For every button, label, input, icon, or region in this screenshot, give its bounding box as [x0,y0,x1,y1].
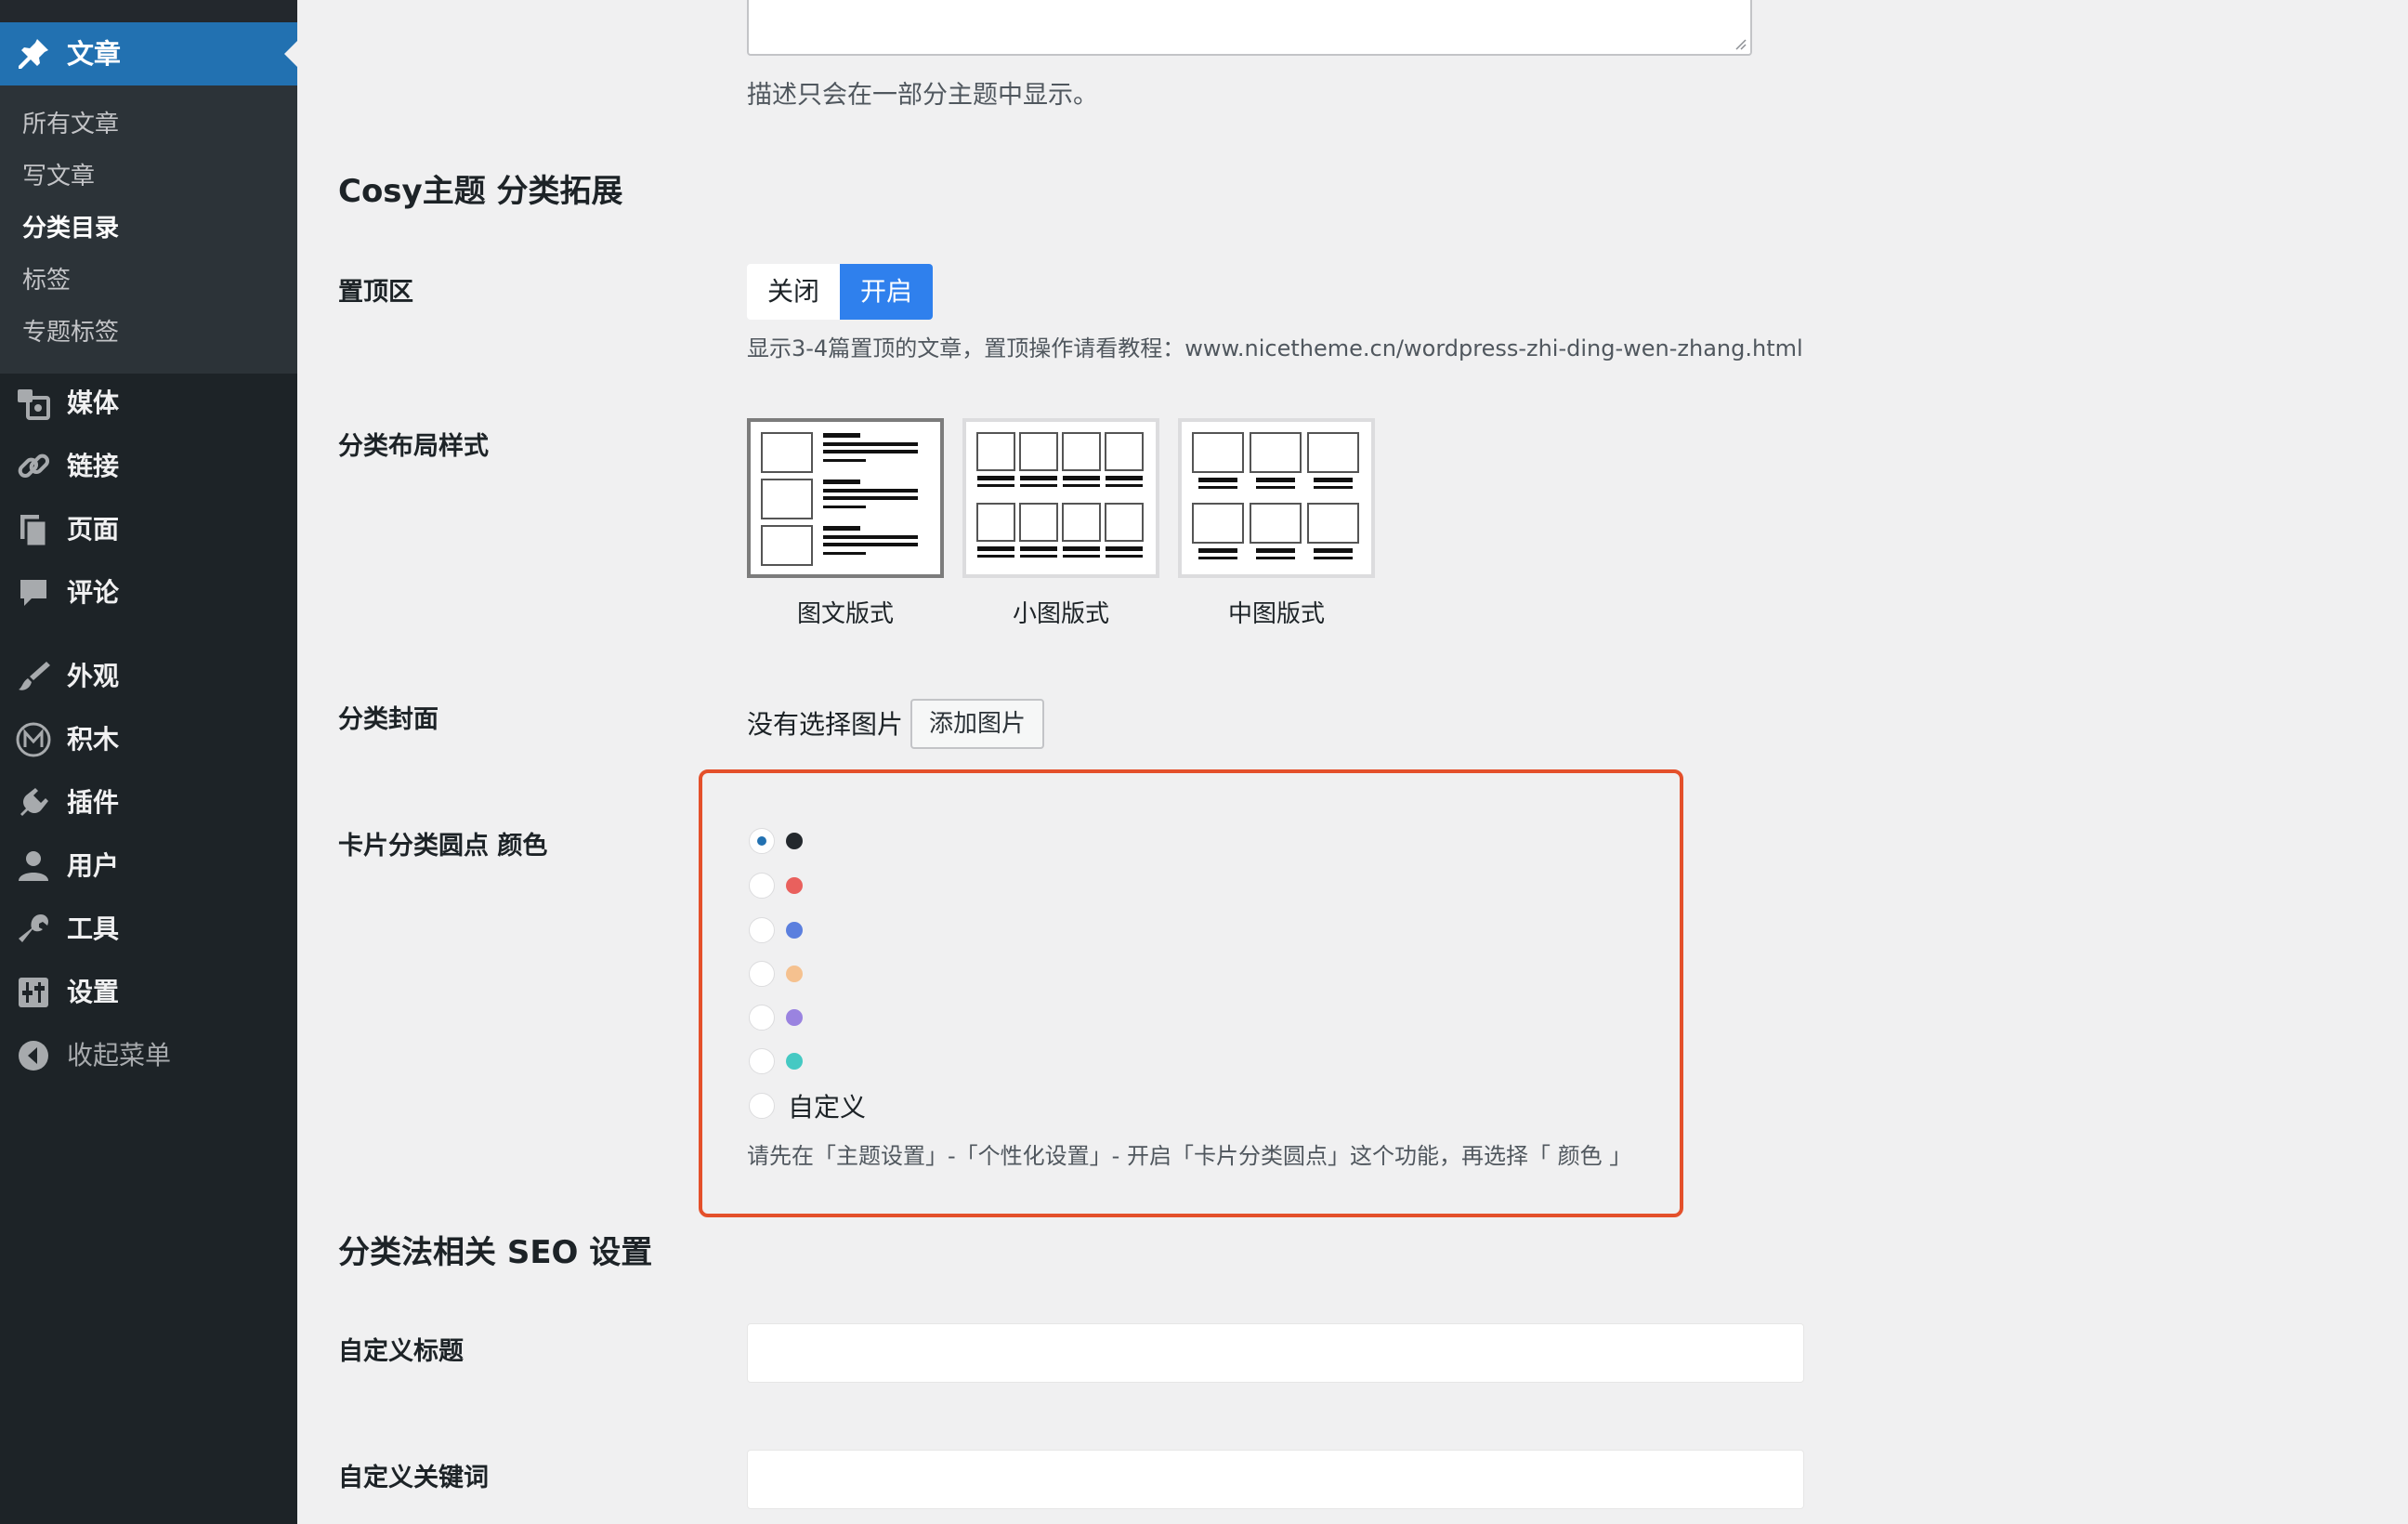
layout-option-medium-image[interactable] [1178,418,1375,578]
layout-label: 分类布局样式 [338,432,489,461]
sidebar-item-tools[interactable]: 工具 [0,901,297,957]
pin-icon [15,35,52,72]
layout-caption: 中图版式 [1227,600,1325,628]
color-radio[interactable] [749,828,775,854]
wrench-icon [15,911,52,948]
sidebar-item-plugins[interactable]: 插件 [0,775,297,831]
layout-small-image-preview [976,432,1144,558]
submenu-new-post[interactable]: 写文章 [22,158,95,195]
color-radio[interactable] [749,1005,775,1031]
color-radio[interactable] [749,917,775,943]
color-option-blue[interactable] [749,915,803,945]
sidebar-item-label: 插件 [67,787,120,818]
submenu-topic-tags[interactable]: 专题标签 [22,314,119,351]
sidebar-item-label: 评论 [67,577,120,608]
sidebar-item-posts[interactable]: 文章 [0,22,297,85]
dot-color-help: 请先在「主题设置」-「个性化设置」- 开启「卡片分类圆点」这个功能，再选择「 颜… [747,1143,1632,1169]
add-image-button[interactable]: 添加图片 [910,699,1044,749]
color-radio[interactable] [749,1048,775,1074]
custom-color-label: 自定义 [788,1092,867,1123]
layout-caption: 图文版式 [796,600,894,628]
sidebar-item-blocks[interactable]: 积木 [0,712,297,768]
plugin-icon [15,784,52,821]
sidebar-item-users[interactable]: 用户 [0,838,297,894]
sidebar-item-label: 工具 [67,913,120,944]
color-radio[interactable] [749,1093,775,1119]
user-icon [15,847,52,885]
blocks-icon [15,721,52,758]
color-swatch [786,1053,803,1070]
appearance-icon [15,658,52,695]
seo-section-title: 分类法相关 SEO 设置 [338,1234,653,1271]
sidebar-item-label: 文章 [67,38,122,70]
color-swatch [786,966,803,982]
layout-option-small-image[interactable] [962,418,1159,578]
cover-status: 没有选择图片 [747,709,904,740]
sidebar-item-label: 设置 [67,977,120,1007]
submenu-all-posts[interactable]: 所有文章 [22,106,119,143]
dot-color-label: 卡片分类圆点 颜色 [338,832,548,861]
link-icon [15,448,52,485]
layout-text-image-preview [761,432,918,566]
sidebar-item-pages[interactable]: 页面 [0,502,297,558]
custom-keywords-input[interactable] [747,1450,1804,1509]
pages-icon [15,511,52,548]
sidebar-item-label: 收起菜单 [67,1040,172,1071]
color-swatch [786,833,803,849]
top-area-toggle: 关闭 开启 [747,264,934,320]
sidebar-item-label: 链接 [67,451,120,481]
submenu-categories[interactable]: 分类目录 [22,210,119,247]
sidebar-item-settings[interactable]: 设置 [0,965,297,1020]
sidebar-item-label: 外观 [67,661,120,691]
comment-icon [15,574,52,611]
color-option-teal[interactable] [749,1046,803,1076]
media-icon [15,385,52,422]
sidebar-item-comments[interactable]: 评论 [0,565,297,621]
cosy-section-title: Cosy主题 分类拓展 [338,173,623,210]
sidebar-item-links[interactable]: 链接 [0,439,297,494]
custom-title-label: 自定义标题 [338,1337,464,1366]
color-swatch [786,1009,803,1026]
color-swatch [786,877,803,894]
admin-sidebar: 文章 所有文章 写文章 分类目录 标签 专题标签 媒体 链接 页面 评论 外观 … [0,0,297,1524]
color-option-orange[interactable] [749,959,803,989]
sidebar-item-label: 页面 [67,514,120,545]
main-content: 描述只会在一部分主题中显示。 Cosy主题 分类拓展 置顶区 关闭 开启 显示3… [297,0,2408,1524]
collapse-menu-button[interactable]: 收起菜单 [0,1028,297,1084]
custom-title-input[interactable] [747,1323,1804,1383]
sidebar-item-label: 用户 [67,850,120,881]
color-option-custom[interactable]: 自定义 [749,1091,866,1123]
toggle-off-button[interactable]: 关闭 [747,264,841,320]
sidebar-item-appearance[interactable]: 外观 [0,649,297,704]
cover-label: 分类封面 [338,705,438,734]
top-area-help: 显示3-4篇置顶的文章，置顶操作请看教程：www.nicetheme.cn/wo… [747,335,1803,361]
custom-keywords-label: 自定义关键词 [338,1464,489,1492]
layout-caption: 小图版式 [1012,600,1109,628]
toggle-on-button[interactable]: 开启 [840,264,934,320]
submenu-tags[interactable]: 标签 [22,262,71,299]
collapse-icon [15,1037,52,1074]
color-radio[interactable] [749,873,775,899]
layout-option-text-image[interactable] [747,418,944,578]
current-menu-arrow [284,41,297,67]
color-swatch [786,922,803,939]
description-textarea[interactable] [747,0,1752,56]
settings-icon [15,974,52,1011]
sidebar-item-media[interactable]: 媒体 [0,375,297,431]
top-area-label: 置顶区 [338,278,413,307]
layout-medium-image-preview [1192,432,1359,559]
description-help: 描述只会在一部分主题中显示。 [747,81,1098,110]
sidebar-item-label: 积木 [67,724,120,755]
color-radio[interactable] [749,961,775,987]
sidebar-item-label: 媒体 [67,388,120,418]
posts-submenu: 所有文章 写文章 分类目录 标签 专题标签 [0,85,297,374]
resize-grip-icon[interactable] [1734,37,1747,50]
color-option-purple[interactable] [749,1003,803,1032]
color-option-dark[interactable] [749,826,803,856]
sidebar-top-strip [0,0,297,22]
color-option-red[interactable] [749,871,803,900]
